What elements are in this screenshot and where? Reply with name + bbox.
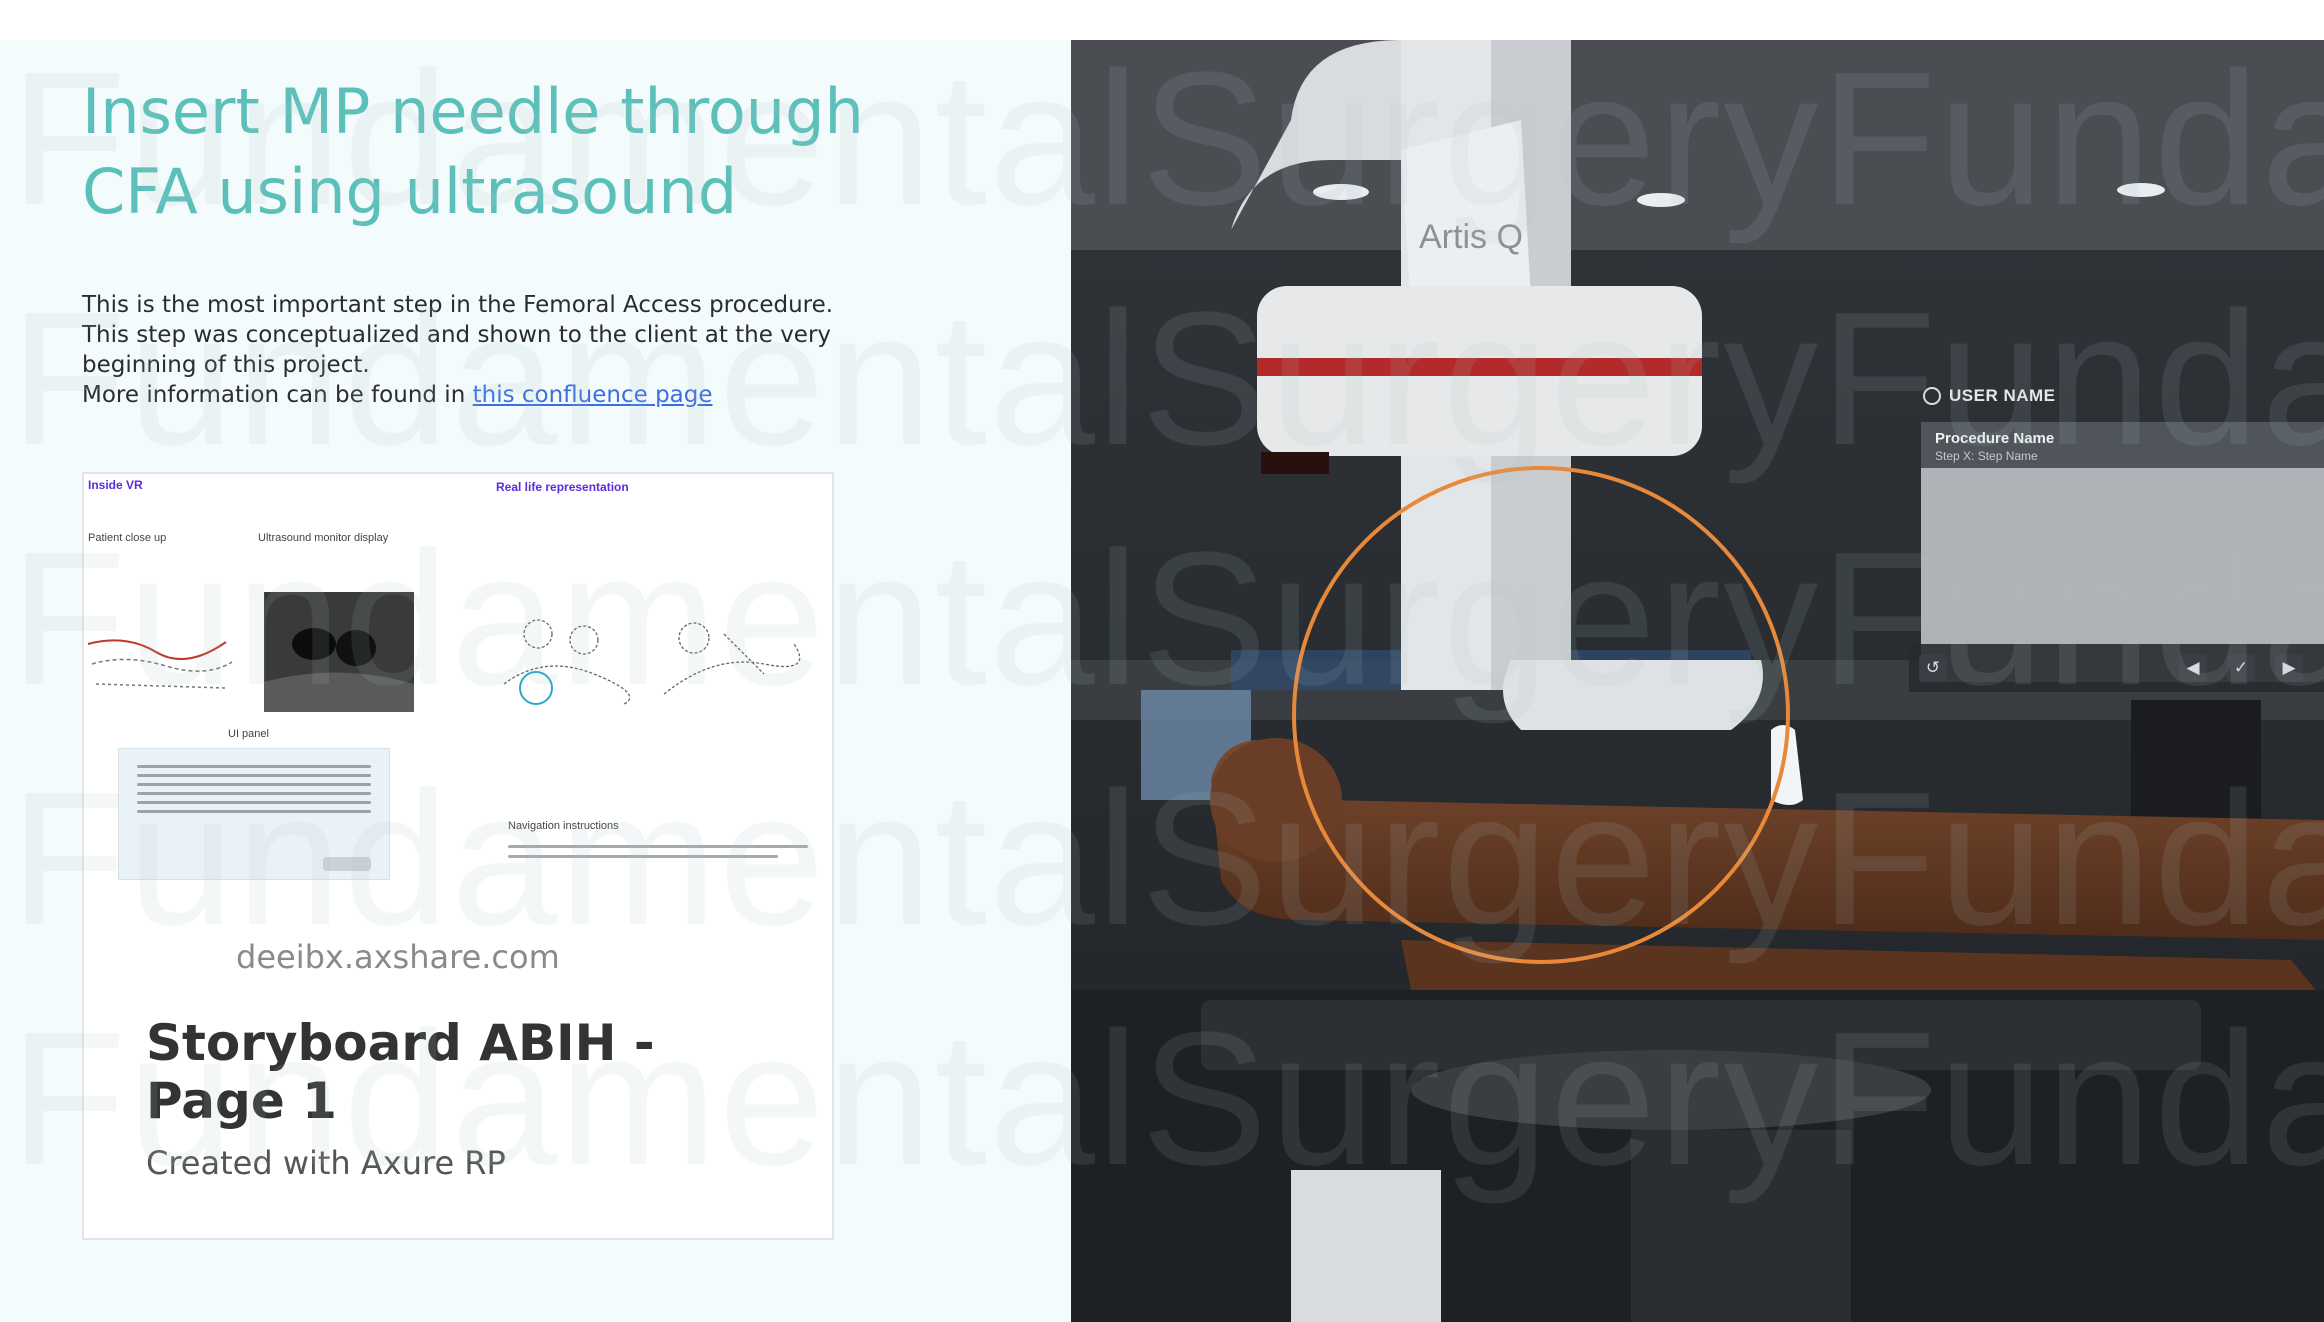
real-life-sketch-1 [503, 619, 631, 705]
hud-toolbar: ↺ ◀ ✓ ▶ [1909, 644, 2324, 692]
navigation-text-lines [508, 838, 808, 865]
embed-title[interactable]: Storyboard ABIH - Page 1 [146, 1014, 796, 1130]
thumb-navigation-label: Navigation instructions [508, 820, 619, 832]
vr-scene-screenshot: Artis Q USER NAME Procedure Name Step X:… [1071, 40, 2324, 1322]
patient-sketch [87, 639, 233, 689]
ui-panel-mockup [118, 748, 390, 880]
thumb-real-life-label: Real life representation [496, 480, 629, 494]
previous-icon[interactable]: ◀ [2179, 654, 2207, 682]
axure-embed-card[interactable]: Inside VR Real life representation Patie… [82, 472, 834, 1240]
description-line-1: This is the most important step in the F… [82, 292, 834, 318]
embed-subtitle: Created with Axure RP [146, 1144, 506, 1182]
next-icon[interactable]: ▶ [2275, 654, 2303, 682]
description-line-3-prefix: More information can be found in [82, 382, 473, 408]
machine-label: Artis Q [1419, 218, 1523, 256]
hud-user-name: USER NAME [1949, 386, 2056, 405]
user-icon [1923, 387, 1941, 405]
real-life-sketch-2 [663, 622, 801, 695]
description-line-3: More information can be found in this co… [82, 380, 842, 410]
thumb-ui-panel-label: UI panel [228, 728, 269, 740]
slide-description: This is the most important step in the F… [82, 290, 842, 410]
slide-title: Insert MP needle through CFA using ultra… [82, 75, 864, 228]
hud-step-name: Step X: Step Name [1935, 449, 2038, 463]
description-line-2: This step was conceptualized and shown t… [82, 322, 832, 378]
hud-user: USER NAME [1923, 386, 2056, 406]
thumb-patient-label: Patient close up [88, 532, 167, 544]
storyboard-thumbnail[interactable]: Inside VR Real life representation Patie… [84, 474, 832, 894]
embed-domain[interactable]: deeibx.axshare.com [236, 938, 560, 976]
ultrasound-image [264, 592, 414, 712]
hud-panel-header: Procedure Name Step X: Step Name [1921, 422, 2324, 468]
confluence-link[interactable]: this confluence page [473, 382, 713, 408]
thumb-ultrasound-label: Ultrasound monitor display [258, 532, 389, 544]
hud-procedure-name: Procedure Name [1935, 430, 2055, 447]
hud-procedure-panel: Procedure Name Step X: Step Name [1921, 422, 2324, 682]
confirm-icon[interactable]: ✓ [2227, 654, 2255, 682]
reset-icon[interactable]: ↺ [1919, 654, 1947, 682]
thumb-inside-vr-label: Inside VR [88, 478, 143, 492]
